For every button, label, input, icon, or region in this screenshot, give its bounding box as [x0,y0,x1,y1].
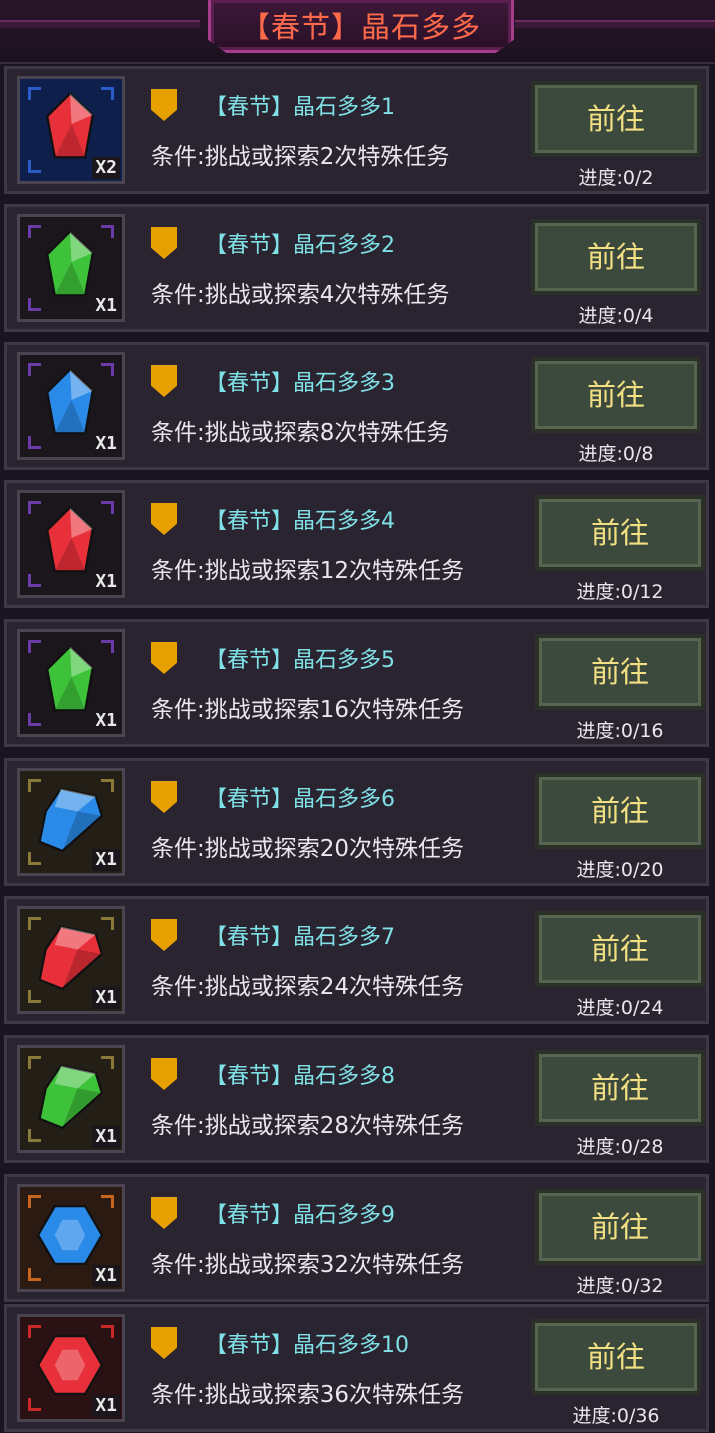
task-condition: 条件:挑战或探索2次特殊任务 [151,144,450,170]
green-cut-gem-icon [32,1058,108,1134]
task-name: 【春节】晶石多多7 [205,925,395,950]
red-cut-gem-icon [32,919,108,995]
shield-icon [151,227,177,259]
reward-item-slot[interactable]: X1 [17,906,125,1014]
task-row: X1 【春节】晶石多多8 条件:挑战或探索28次特殊任务 前往进度:0/28 [4,1035,709,1163]
item-quantity: X1 [92,1265,120,1287]
task-progress: 进度:0/12 [576,581,664,603]
task-condition: 条件:挑战或探索4次特殊任务 [151,282,450,308]
header-wing-left [0,20,200,28]
item-quantity: X1 [92,571,120,593]
go-button[interactable]: 前往 [531,1319,701,1395]
shield-icon [151,1058,177,1090]
green-crystal-gem-icon [32,642,108,718]
reward-item-slot[interactable]: X1 [17,768,125,876]
task-row: X1 【春节】晶石多多6 条件:挑战或探索20次特殊任务 前往进度:0/20 [4,758,709,886]
task-progress: 进度:0/8 [578,443,654,465]
item-quantity: X1 [92,1126,120,1148]
reward-item-slot[interactable]: X1 [17,352,125,460]
task-progress: 进度:0/36 [572,1405,660,1427]
task-condition: 条件:挑战或探索28次特殊任务 [151,1113,465,1139]
reward-item-slot[interactable]: X1 [17,1314,125,1422]
task-condition: 条件:挑战或探索24次特殊任务 [151,974,465,1000]
task-name: 【春节】晶石多多8 [205,1064,395,1089]
task-progress: 进度:0/24 [576,997,664,1019]
task-condition: 条件:挑战或探索8次特殊任务 [151,420,450,446]
task-condition: 条件:挑战或探索16次特殊任务 [151,697,465,723]
task-progress: 进度:0/28 [576,1136,664,1158]
task-progress: 进度:0/20 [576,859,664,881]
task-condition: 条件:挑战或探索36次特殊任务 [151,1382,465,1408]
go-button[interactable]: 前往 [535,1050,705,1126]
task-name: 【春节】晶石多多3 [205,371,395,396]
item-quantity: X1 [92,295,120,317]
shield-icon [151,89,177,121]
shield-icon [151,365,177,397]
go-button[interactable]: 前往 [531,219,701,295]
task-condition: 条件:挑战或探索20次特殊任务 [151,836,465,862]
task-row: X2 【春节】晶石多多1 条件:挑战或探索2次特殊任务 前往进度:0/2 [4,66,709,194]
task-name: 【春节】晶石多多10 [205,1333,409,1358]
task-name: 【春节】晶石多多2 [205,233,395,258]
shield-icon [151,919,177,951]
green-crystal-gem-icon [32,227,108,303]
header-wing-right [515,20,715,28]
task-name: 【春节】晶石多多1 [205,95,395,120]
shield-icon [151,781,177,813]
task-row: X1 【春节】晶石多多2 条件:挑战或探索4次特殊任务 前往进度:0/4 [4,204,709,332]
red-crystal-gem-icon [32,89,108,165]
reward-item-slot[interactable]: X1 [17,1184,125,1292]
task-progress: 进度:0/4 [578,305,654,327]
task-row: X1 【春节】晶石多多7 条件:挑战或探索24次特殊任务 前往进度:0/24 [4,896,709,1024]
task-name: 【春节】晶石多多6 [205,787,395,812]
blue-crystal-gem-icon [32,365,108,441]
go-button[interactable]: 前往 [531,357,701,433]
task-row: X1 【春节】晶石多多3 条件:挑战或探索8次特殊任务 前往进度:0/8 [4,342,709,470]
reward-item-slot[interactable]: X1 [17,490,125,598]
go-button[interactable]: 前往 [531,81,701,157]
page-title: 【春节】晶石多多 [240,10,481,44]
red-crystal-gem-icon [32,503,108,579]
task-progress: 进度:0/32 [576,1275,664,1297]
task-row: X1 【春节】晶石多多10 条件:挑战或探索36次特殊任务 前往进度:0/36 [4,1304,709,1432]
task-condition: 条件:挑战或探索12次特殊任务 [151,558,465,584]
go-button[interactable]: 前往 [535,911,705,987]
red-hexagon-gem-icon [32,1327,108,1403]
task-row: X1 【春节】晶石多多5 条件:挑战或探索16次特殊任务 前往进度:0/16 [4,619,709,747]
go-button[interactable]: 前往 [535,773,705,849]
reward-item-slot[interactable]: X2 [17,76,125,184]
blue-hexagon-gem-icon [32,1197,108,1273]
shield-icon [151,642,177,674]
item-quantity: X1 [92,849,120,871]
go-button[interactable]: 前往 [535,495,705,571]
item-quantity: X1 [92,710,120,732]
blue-cut-gem-icon [32,781,108,857]
shield-icon [151,1327,177,1359]
reward-item-slot[interactable]: X1 [17,629,125,737]
task-row: X1 【春节】晶石多多4 条件:挑战或探索12次特殊任务 前往进度:0/12 [4,480,709,608]
reward-item-slot[interactable]: X1 [17,1045,125,1153]
shield-icon [151,503,177,535]
go-button[interactable]: 前往 [535,634,705,710]
item-quantity: X2 [92,157,120,179]
task-row: X1 【春节】晶石多多9 条件:挑战或探索32次特殊任务 前往进度:0/32 [4,1174,709,1302]
shield-icon [151,1197,177,1229]
go-button[interactable]: 前往 [535,1189,705,1265]
item-quantity: X1 [92,1395,120,1417]
task-name: 【春节】晶石多多5 [205,648,395,673]
task-condition: 条件:挑战或探索32次特殊任务 [151,1252,465,1278]
task-progress: 进度:0/2 [578,167,654,189]
reward-item-slot[interactable]: X1 [17,214,125,322]
item-quantity: X1 [92,433,120,455]
task-name: 【春节】晶石多多4 [205,509,395,534]
item-quantity: X1 [92,987,120,1009]
task-name: 【春节】晶石多多9 [205,1203,395,1228]
task-progress: 进度:0/16 [576,720,664,742]
header-bar: 【春节】晶石多多 [0,0,715,64]
